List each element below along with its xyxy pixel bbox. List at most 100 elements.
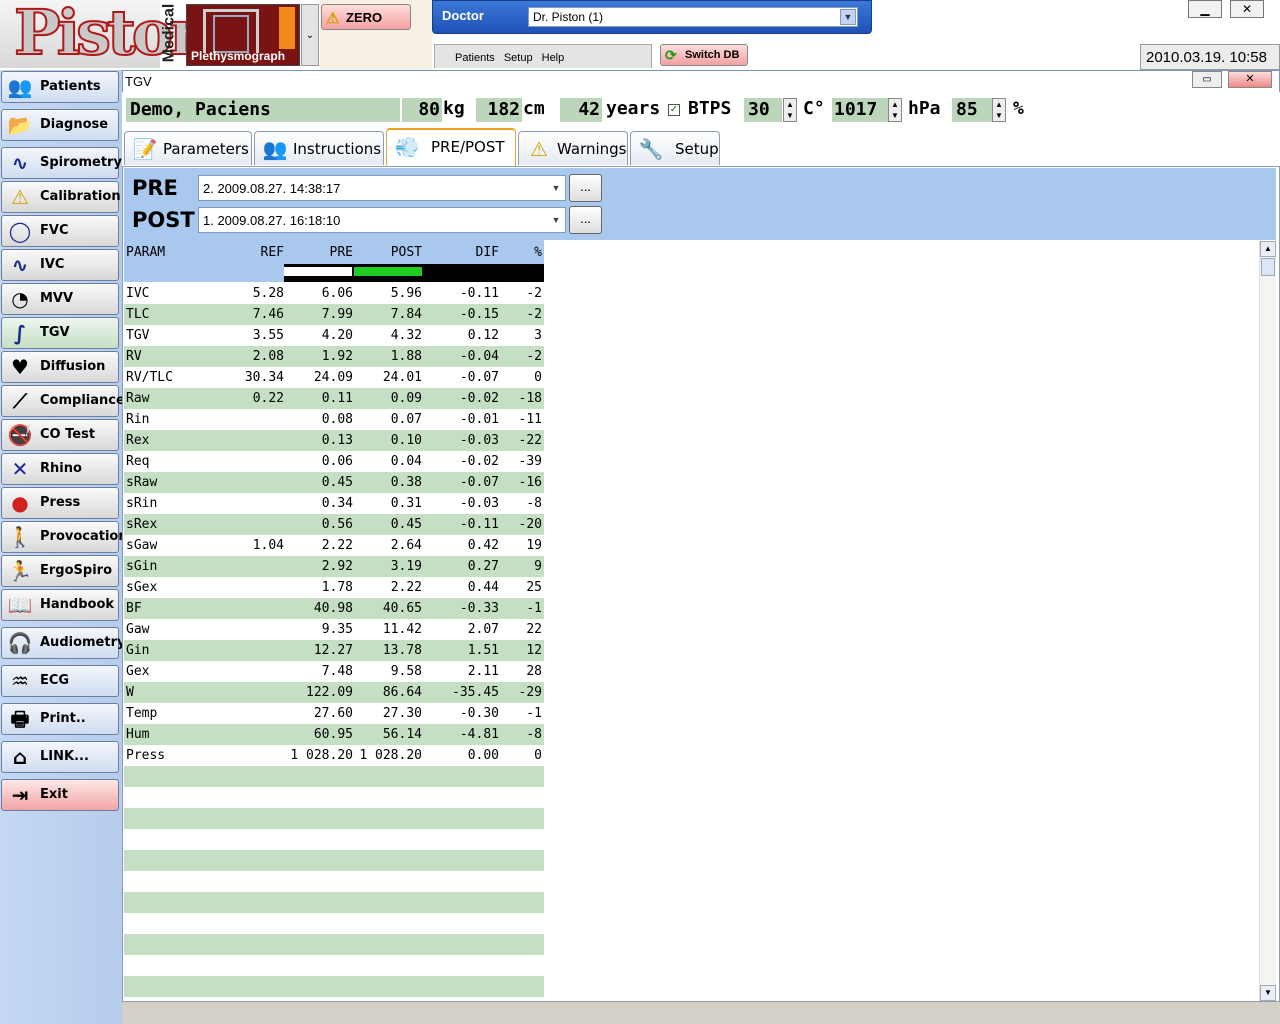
tab-instructions[interactable]: 👥 Instructions — [254, 131, 384, 165]
pre-browse-button[interactable]: ... — [569, 174, 602, 202]
table-cell: -0.02 — [459, 391, 499, 406]
device-selector[interactable]: Plethysmograph — [186, 4, 300, 66]
table-cell: 0.12 — [467, 328, 499, 343]
header-dif: DIF — [475, 245, 499, 260]
window-close-button[interactable]: ✕ — [1228, 71, 1272, 88]
table-cell: 0.31 — [390, 496, 422, 511]
table-cell: sGin — [126, 559, 158, 574]
patients-icon: 👥 — [7, 75, 33, 99]
table-cell: -0.33 — [459, 601, 499, 616]
sidebar-item-co-test[interactable]: 🚭 CO Test — [1, 419, 119, 451]
table-row — [124, 871, 544, 892]
table-cell: 0.22 — [252, 391, 284, 406]
table-cell: Rex — [126, 433, 150, 448]
table-row: Gaw 9.35 11.42 2.07 22 — [124, 619, 544, 640]
restore-button[interactable]: ▭ — [1192, 71, 1222, 88]
table-cell: 4.20 — [321, 328, 353, 343]
sidebar-item-print[interactable]: 🖶 Print.. — [1, 703, 119, 735]
sidebar-item-provocation[interactable]: 🚶 Provocation — [1, 521, 128, 553]
sidebar-item-diffusion[interactable]: ♥ Diffusion — [1, 351, 119, 383]
sidebar-item-exit[interactable]: ⇥ Exit — [1, 779, 119, 811]
sidebar-item-ivc[interactable]: ∿ IVC — [1, 249, 119, 281]
chevron-down-icon[interactable]: ⌄ — [301, 4, 319, 66]
pressure-spinner[interactable]: ▲ ▼ — [888, 98, 902, 122]
table-row: Gex 7.48 9.58 2.11 28 — [124, 661, 544, 682]
post-select[interactable]: 1. 2009.08.27. 16:18:10 ▼ — [198, 207, 566, 233]
table-cell: Gin — [126, 643, 150, 658]
chevron-down-icon[interactable]: ▼ — [840, 9, 856, 25]
doctor-select[interactable]: Dr. Piston (1) ▼ — [528, 7, 858, 27]
menu-help[interactable]: Help — [542, 52, 565, 64]
table-row: Rin 0.08 0.07 -0.01 -11 — [124, 409, 544, 430]
switch-db-button[interactable]: ⟳ Switch DB — [660, 44, 748, 66]
table-row — [124, 808, 544, 829]
table-row — [124, 934, 544, 955]
tab-warnings[interactable]: ⚠ Warnings — [518, 131, 628, 165]
window-title: TGV — [125, 74, 152, 89]
btps-checkbox[interactable]: ✓ — [668, 104, 680, 116]
tab-setup[interactable]: 🔧 Setup — [630, 131, 720, 165]
sidebar-item-handbook[interactable]: 📖 Handbook — [1, 589, 119, 621]
sidebar-item-diagnose[interactable]: 📂 Diagnose — [1, 109, 119, 141]
table-cell: 0.45 — [321, 475, 353, 490]
scroll-up-icon[interactable]: ▲ — [1260, 241, 1276, 257]
vertical-scrollbar[interactable]: ▲ ▼ — [1259, 241, 1276, 1001]
table-cell: W — [126, 685, 134, 700]
chevron-down-icon[interactable]: ▼ — [549, 210, 563, 230]
wave-icon: ∿ — [11, 151, 29, 175]
sidebar-item-link[interactable]: ⌂ LINK... — [1, 741, 119, 773]
table-row — [124, 829, 544, 850]
people-icon: 👥 — [262, 137, 288, 161]
table-cell: 27.60 — [313, 706, 353, 721]
tab-prepost[interactable]: 💨 PRE/POST — [386, 128, 516, 166]
table-row: IVC 5.28 6.06 5.96 -0.11 -2 — [124, 283, 544, 304]
table-cell: 2.22 — [321, 538, 353, 553]
patient-bar: Demo, Paciens 80 kg 182 cm 42 years BTPS… — [122, 92, 1280, 128]
table-cell: -35.45 — [452, 685, 499, 700]
runner-icon: 🏃 — [7, 559, 33, 583]
scroll-thumb[interactable] — [1261, 258, 1275, 276]
sidebar-item-tgv[interactable]: ∫ TGV — [1, 317, 119, 349]
table-row: sRex 0.56 0.45 -0.11 -20 — [124, 514, 544, 535]
sidebar-item-compliance[interactable]: ⟋ Compliance — [1, 385, 125, 417]
tab-parameters[interactable]: 📝 Parameters — [124, 131, 252, 165]
table-row — [124, 913, 544, 934]
menu-patients[interactable]: Patients — [455, 52, 495, 64]
humidity-field[interactable]: 85 — [952, 98, 992, 122]
age-unit: years — [606, 98, 661, 119]
sidebar-item-spirometry[interactable]: ∿ Spirometry — [1, 147, 122, 179]
table-cell: 0.06 — [321, 454, 353, 469]
sidebar-item-fvc[interactable]: ◯ FVC — [1, 215, 119, 247]
zero-button[interactable]: ⚠ ZERO — [321, 4, 411, 30]
sidebar-item-mvv[interactable]: ◔ MVV — [1, 283, 119, 315]
close-button[interactable]: ✕ — [1230, 0, 1264, 18]
temperature-spinner[interactable]: ▲ ▼ — [783, 98, 797, 122]
chevron-down-icon[interactable]: ▼ — [549, 178, 563, 198]
sidebar-item-calibration[interactable]: ⚠ Calibration — [1, 181, 121, 213]
exit-icon: ⇥ — [11, 783, 29, 807]
table-cell: 0.00 — [467, 748, 499, 763]
post-browse-button[interactable]: ... — [569, 206, 602, 234]
minimize-button[interactable]: ▁ — [1188, 0, 1222, 18]
table-row: sGex 1.78 2.22 0.44 25 — [124, 577, 544, 598]
gauge-icon: ◔ — [11, 287, 29, 311]
sidebar-item-audiometry[interactable]: 🎧 Audiometry — [1, 627, 125, 659]
table-row: W 122.09 86.64 -35.45 -29 — [124, 682, 544, 703]
table-cell: 0.10 — [390, 433, 422, 448]
table-cell: 24.01 — [382, 370, 422, 385]
scroll-down-icon[interactable]: ▼ — [1260, 985, 1276, 1001]
sidebar-item-ecg[interactable]: ♒ ECG — [1, 665, 119, 697]
balloon-icon: ● — [11, 491, 29, 515]
pressure-unit: hPa — [908, 98, 941, 119]
sidebar-item-press[interactable]: ● Press — [1, 487, 119, 519]
sidebar-item-ergospiro[interactable]: 🏃 ErgoSpiro — [1, 555, 119, 587]
temperature-field[interactable]: 30 — [744, 98, 782, 122]
humidity-spinner[interactable]: ▲ ▼ — [992, 98, 1006, 122]
patient-height: 182 — [476, 98, 522, 122]
menu-setup[interactable]: Setup — [504, 52, 533, 64]
pre-select[interactable]: 2. 2009.08.27. 14:38:17 ▼ — [198, 175, 566, 201]
table-cell: 12 — [526, 643, 542, 658]
sidebar-item-rhino[interactable]: ✕ Rhino — [1, 453, 119, 485]
pressure-field[interactable]: 1017 — [832, 98, 888, 122]
sidebar-item-patients[interactable]: 👥 Patients — [1, 71, 119, 103]
